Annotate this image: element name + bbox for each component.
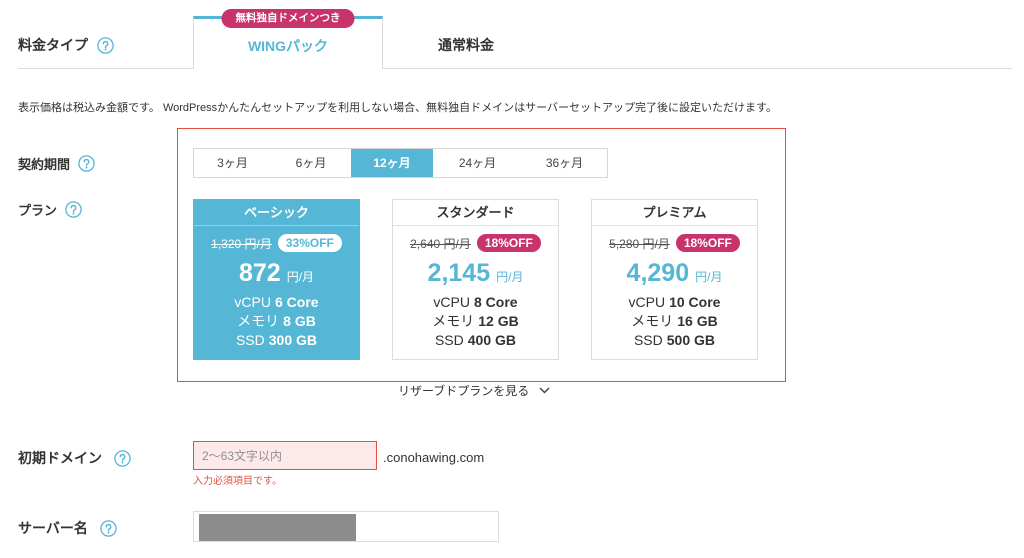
plan-name: スタンダード [393,200,558,226]
spec-ssd: SSD 400 GB [393,331,558,350]
spec-label: メモリ [432,313,475,329]
pricing-type-label-group: 料金タイプ [18,36,114,54]
redacted-value-block [199,514,356,541]
discount-badge: 18%OFF [476,234,541,252]
spec-vcpu: vCPU 8 Core [393,293,558,312]
spec-ssd: SSD 500 GB [592,331,757,350]
price-unit: 円/月 [496,270,524,284]
price-value: 4,290 [626,259,690,287]
free-domain-badge: 無料独自ドメインつき [221,9,355,28]
initial-domain-label: 初期ドメイン [18,450,102,466]
price-value: 2,145 [427,259,491,287]
plan-label: プラン [18,202,58,218]
chevron-down-icon [539,387,550,394]
initial-domain-label-group: 初期ドメイン [18,449,131,467]
initial-domain-input[interactable] [193,441,377,470]
spec-value: 400 GB [467,332,517,348]
spec-label: SSD [235,332,265,348]
pricing-type-label: 料金タイプ [18,37,88,53]
discount-badge: 33%OFF [277,234,342,252]
spec-label: メモリ [631,313,674,329]
tab-normal-price-label: 通常料金 [438,36,494,53]
plan-card-premium[interactable]: プレミアム 5,280 円/月 18%OFF 4,290 円/月 vCPU 10 … [591,199,758,360]
original-price-row: 2,640 円/月 18%OFF [393,234,558,252]
spec-label: SSD [434,332,464,348]
help-icon[interactable] [78,154,95,172]
price-row: 872 円/月 [194,259,359,287]
contract-period-label: 契約期間 [18,156,71,172]
tab-wing-pack-label: WINGパック [247,38,329,54]
price-notice-text: 表示価格は税込み金額です。 WordPressかんたんセットアップを利用しない場… [18,102,777,114]
help-icon[interactable] [97,36,114,54]
spec-value: 300 GB [268,332,318,348]
spec-memory: メモリ 12 GB [393,312,558,331]
plan-label-group: プラン [18,200,82,218]
spec-list: vCPU 6 Core メモリ 8 GB SSD 300 GB [194,293,359,350]
server-name-input[interactable] [193,511,499,542]
original-price-row: 5,280 円/月 18%OFF [592,234,757,252]
help-icon[interactable] [114,449,131,467]
price-row: 2,145 円/月 [393,259,558,287]
server-name-label-group: サーバー名 [18,519,117,537]
spec-memory: メモリ 16 GB [592,312,757,331]
price-unit: 円/月 [286,270,315,284]
domain-suffix: .conohawing.com [383,450,485,465]
tab-normal-price[interactable]: 通常料金 [383,16,549,69]
plan-card-basic[interactable]: ベーシック 1,320 円/月 33%OFF 872 円/月 vCPU 6 Cor… [193,199,360,360]
period-option-12m[interactable]: 12ヶ月 [351,149,433,177]
plan-name: ベーシック [194,200,359,226]
contract-period-label-group: 契約期間 [18,154,95,172]
spec-value: 500 GB [666,332,716,348]
spec-vcpu: vCPU 6 Core [194,293,359,312]
price-unit: 円/月 [695,270,723,284]
spec-list: vCPU 10 Core メモリ 16 GB SSD 500 GB [592,293,757,350]
plan-card-standard[interactable]: スタンダード 2,640 円/月 18%OFF 2,145 円/月 vCPU 8 … [392,199,559,360]
original-price: 2,640 円/月 [410,236,471,251]
reserved-plan-link[interactable]: リザーブドプランを見る [398,382,550,399]
price-row: 4,290 円/月 [592,259,757,287]
help-icon[interactable] [65,200,82,218]
domain-error-message: 入力必須項目です。 [193,476,282,487]
spec-label: vCPU [628,294,666,310]
spec-value: 10 Core [669,294,721,310]
period-option-3m[interactable]: 3ヶ月 [194,149,271,177]
discount-badge: 18%OFF [675,234,740,252]
spec-label: メモリ [237,313,280,329]
original-price-row: 1,320 円/月 33%OFF [194,234,359,252]
spec-list: vCPU 8 Core メモリ 12 GB SSD 400 GB [393,293,558,350]
price-value: 872 [238,259,281,287]
period-option-24m[interactable]: 24ヶ月 [433,149,522,177]
spec-label: SSD [633,332,663,348]
contract-period-selector: 3ヶ月 6ヶ月 12ヶ月 24ヶ月 36ヶ月 [193,148,608,178]
server-name-label: サーバー名 [18,520,88,536]
plan-name: プレミアム [592,200,757,226]
spec-value: 12 GB [478,313,519,329]
spec-value: 8 Core [473,294,518,310]
spec-label: vCPU [433,294,470,310]
original-price: 1,320 円/月 [211,236,272,251]
spec-label: vCPU [234,294,271,310]
spec-value: 16 GB [677,313,718,329]
spec-vcpu: vCPU 10 Core [592,293,757,312]
period-option-6m[interactable]: 6ヶ月 [271,149,351,177]
period-option-36m[interactable]: 36ヶ月 [522,149,607,177]
reserved-plan-link-label: リザーブドプランを見る [398,384,530,398]
spec-value: 6 Core [274,294,319,310]
spec-ssd: SSD 300 GB [194,331,359,350]
help-icon[interactable] [100,519,117,537]
original-price: 5,280 円/月 [609,236,670,251]
spec-memory: メモリ 8 GB [194,312,359,331]
spec-value: 8 GB [283,313,316,329]
